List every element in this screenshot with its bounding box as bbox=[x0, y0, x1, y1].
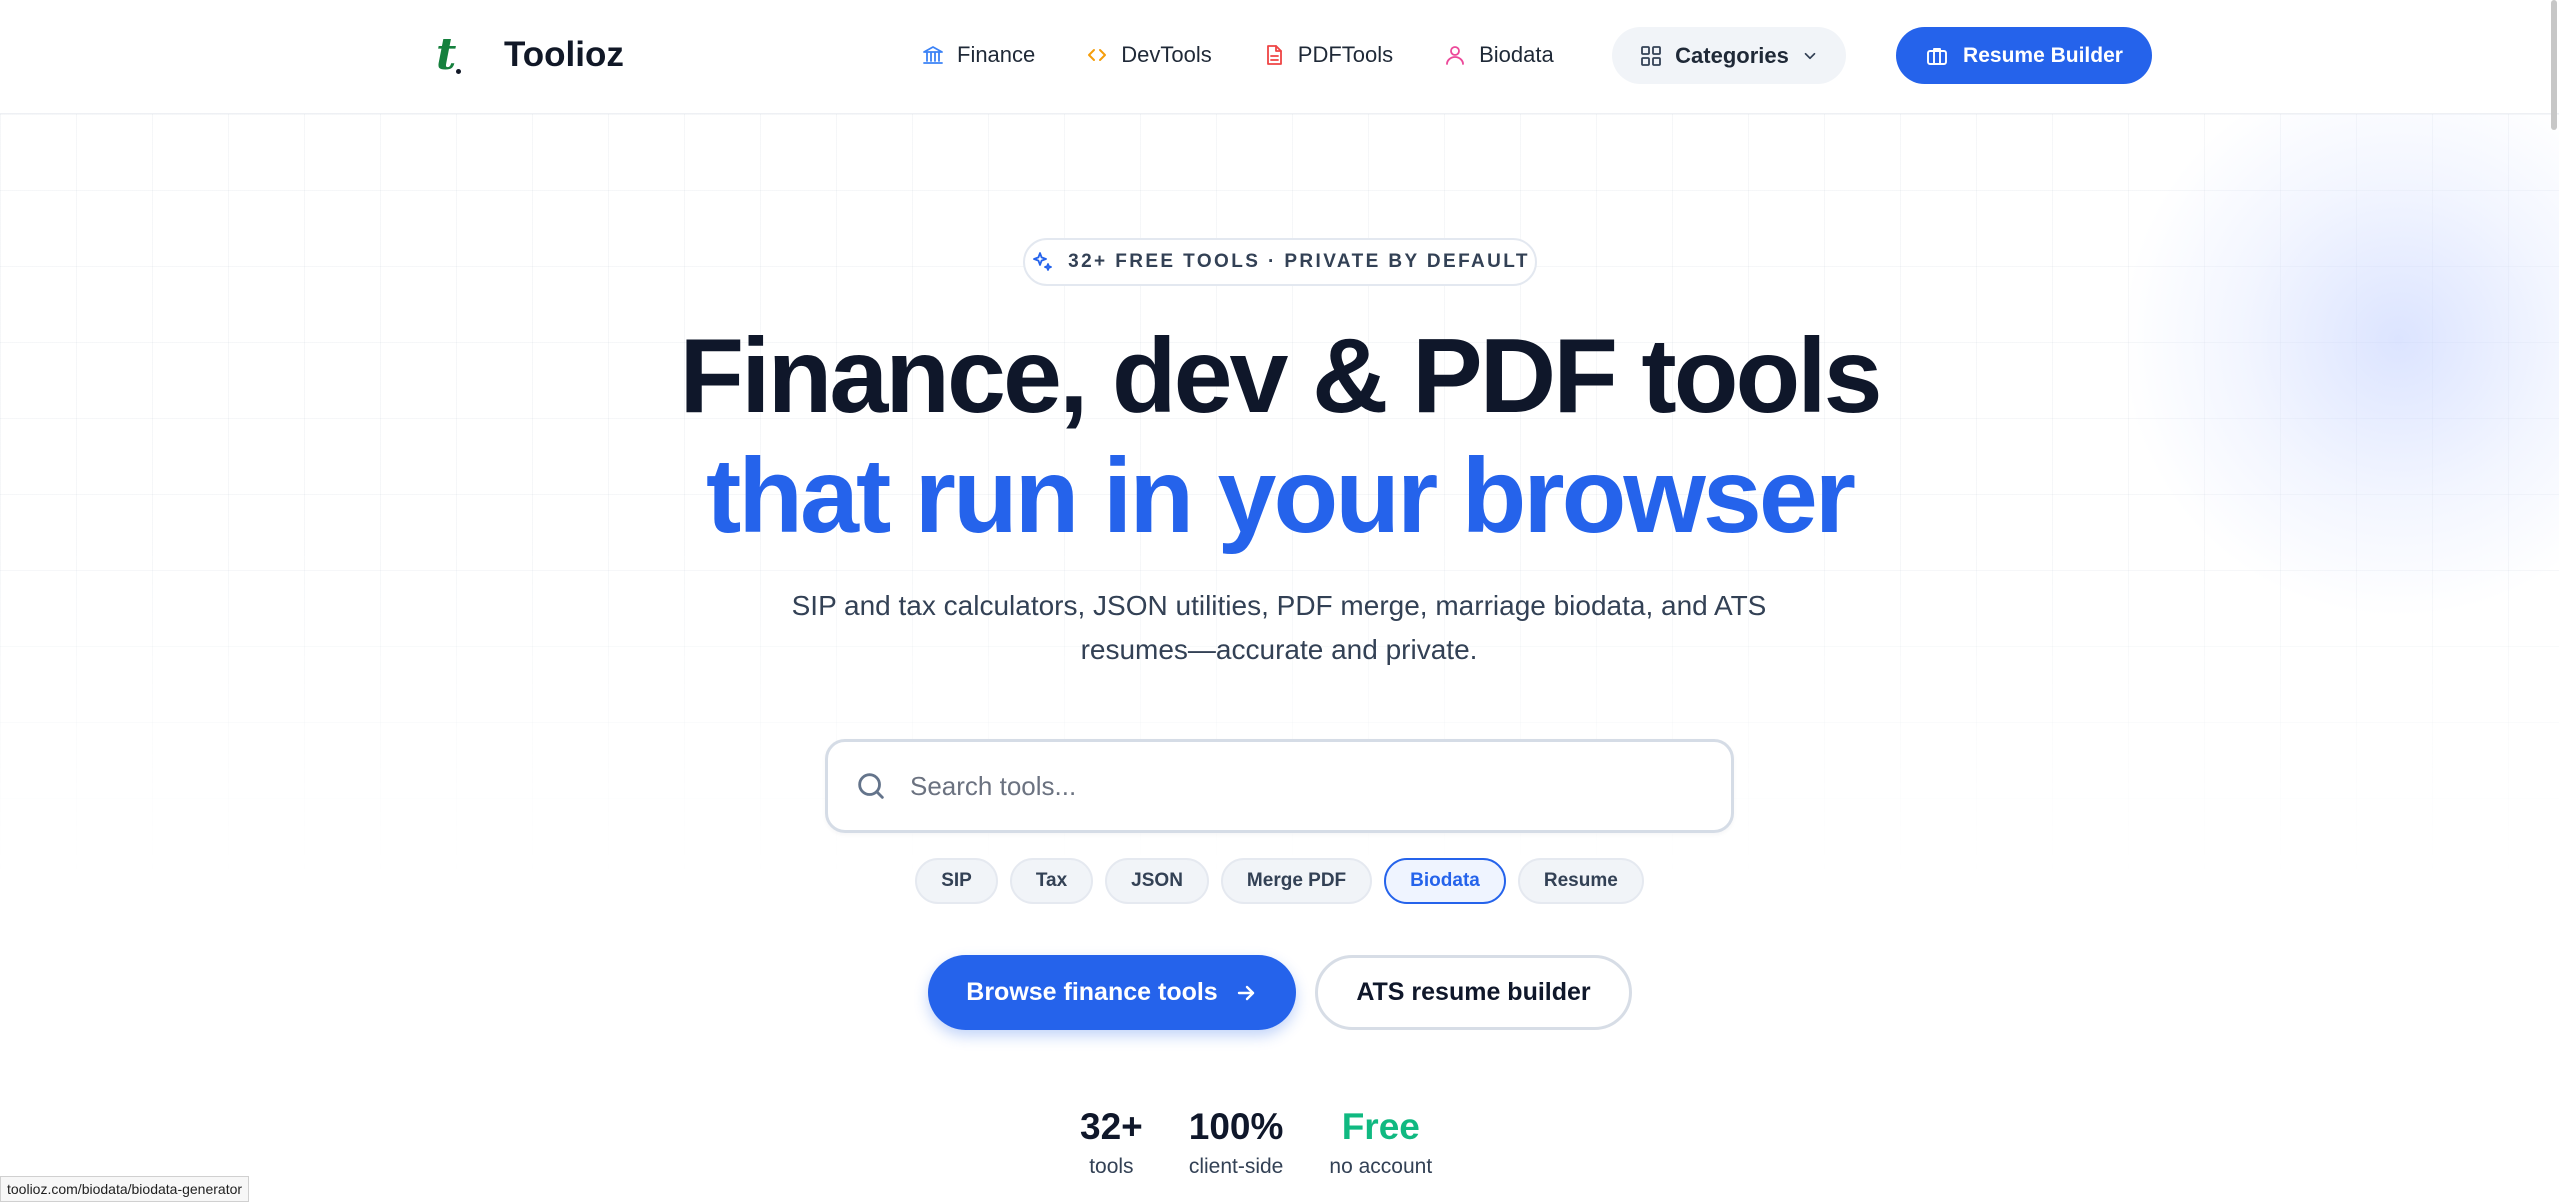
stat-client-side-label: client-side bbox=[1188, 1155, 1284, 1178]
chip-json[interactable]: JSON bbox=[1105, 858, 1209, 904]
logo[interactable]: t Toolioz bbox=[436, 30, 624, 80]
categories-label: Categories bbox=[1675, 42, 1789, 68]
stat-tools-label: tools bbox=[1089, 1155, 1134, 1178]
grid-icon bbox=[1641, 45, 1662, 66]
arrow-right-icon bbox=[1237, 985, 1254, 1000]
status-bar-url: toolioz.com/biodata/biodata-generator bbox=[0, 1176, 250, 1202]
ats-resume-label: ATS resume builder bbox=[1356, 978, 1591, 1006]
search-input[interactable] bbox=[908, 769, 1688, 803]
document-icon bbox=[1266, 45, 1282, 65]
hero-subtitle: SIP and tax calculators, JSON utilities,… bbox=[729, 584, 1829, 672]
nav-biodata-label: Biodata bbox=[1479, 42, 1554, 67]
chip-sip[interactable]: SIP bbox=[915, 858, 998, 904]
nav-devtools[interactable]: DevTools bbox=[1085, 34, 1212, 76]
search-icon bbox=[858, 773, 884, 799]
hero-title-line-1: Finance, dev & PDF tools bbox=[679, 317, 1882, 435]
main-nav: Finance DevTools PDFTools Biodata bbox=[921, 34, 1604, 76]
stat-free: Free no account bbox=[1329, 1105, 1432, 1179]
hero-badge: 32+ FREE TOOLS · PRIVATE BY DEFAULT bbox=[1023, 238, 1537, 286]
ats-resume-button[interactable]: ATS resume builder bbox=[1315, 955, 1632, 1030]
brand-name: Toolioz bbox=[504, 35, 624, 74]
stat-tools: 32+ tools bbox=[1080, 1105, 1143, 1179]
bank-icon bbox=[923, 46, 943, 64]
hero-badge-text: 32+ FREE TOOLS · PRIVATE BY DEFAULT bbox=[1068, 251, 1530, 272]
chip-biodata[interactable]: Biodata bbox=[1384, 858, 1506, 904]
browse-finance-label: Browse finance tools bbox=[966, 978, 1218, 1006]
resume-builder-label: Resume Builder bbox=[1963, 43, 2123, 67]
nav-finance[interactable]: Finance bbox=[921, 34, 1035, 76]
stat-free-label: no account bbox=[1329, 1155, 1433, 1178]
code-icon bbox=[1088, 49, 1107, 61]
stat-client-side-value: 100% bbox=[1188, 1106, 1284, 1147]
hero-subtitle-line-2: resumes—accurate and private. bbox=[1080, 634, 1478, 665]
stat-client-side: 100% client-side bbox=[1189, 1105, 1284, 1179]
search-box[interactable] bbox=[825, 739, 1734, 833]
scrollbar[interactable] bbox=[2551, 0, 2557, 130]
logo-mark: t bbox=[436, 30, 466, 80]
chip-merge-pdf[interactable]: Merge PDF bbox=[1220, 858, 1373, 904]
stat-free-value: Free bbox=[1341, 1106, 1420, 1147]
logo-mark-letter: t bbox=[436, 29, 457, 80]
stat-tools-value: 32+ bbox=[1080, 1106, 1143, 1147]
top-navbar: t Toolioz Finance DevTools PDFTools Biod… bbox=[0, 0, 2559, 114]
user-icon bbox=[1446, 46, 1465, 65]
hero-subtitle-line-1: SIP and tax calculators, JSON utilities,… bbox=[791, 590, 1767, 621]
stats-row: 32+ tools 100% client-side Free no accou… bbox=[1080, 1105, 1478, 1179]
chevron-down-icon bbox=[1804, 52, 1816, 59]
sparkles-icon bbox=[1033, 252, 1053, 271]
hero-title-line-2: that run in your browser bbox=[705, 437, 1856, 555]
resume-builder-button[interactable]: Resume Builder bbox=[1896, 27, 2152, 84]
nav-finance-label: Finance bbox=[957, 42, 1036, 67]
briefcase-icon bbox=[1927, 47, 1947, 65]
nav-biodata[interactable]: Biodata bbox=[1443, 34, 1554, 76]
nav-pdftools[interactable]: PDFTools bbox=[1262, 34, 1393, 76]
nav-devtools-label: DevTools bbox=[1121, 42, 1212, 67]
quick-chips: SIP Tax JSON Merge PDF Biodata Resume bbox=[0, 858, 2559, 904]
browse-finance-button[interactable]: Browse finance tools bbox=[928, 955, 1296, 1030]
nav-pdftools-label: PDFTools bbox=[1297, 42, 1394, 67]
categories-dropdown[interactable]: Categories bbox=[1612, 27, 1846, 84]
chip-resume[interactable]: Resume bbox=[1517, 858, 1644, 904]
chip-tax[interactable]: Tax bbox=[1009, 858, 1094, 904]
